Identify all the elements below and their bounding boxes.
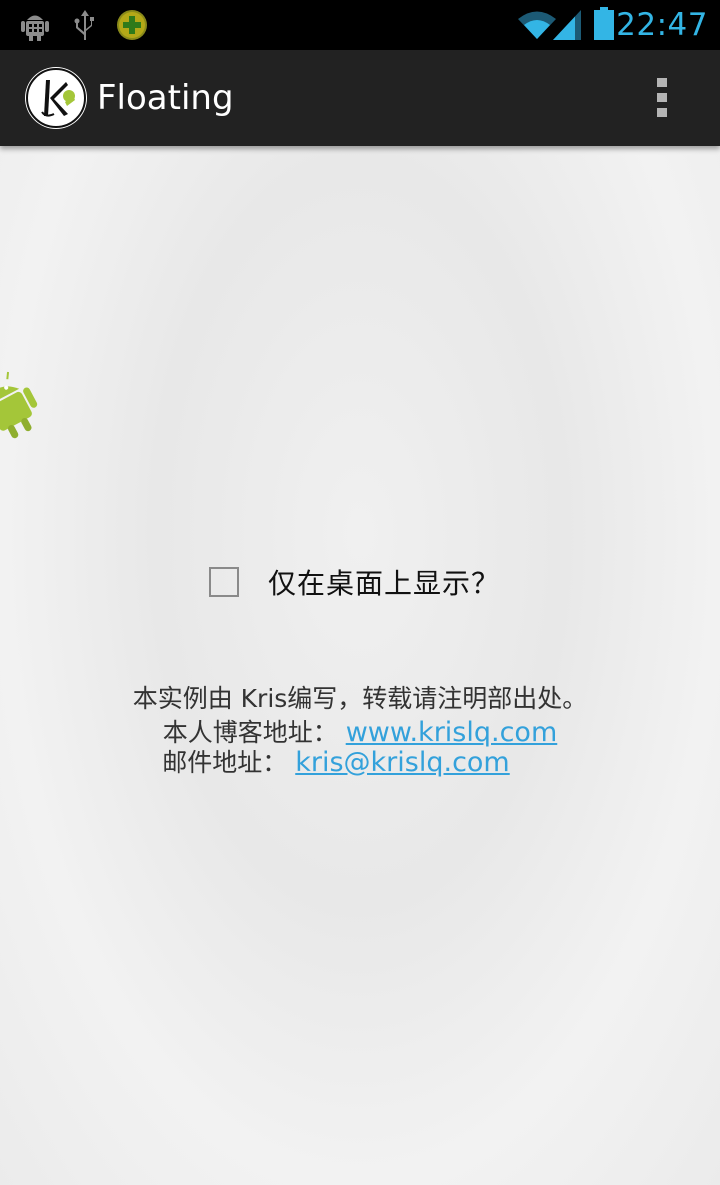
info-line-blog: 本人博客地址： www.krislq.com [0, 716, 720, 750]
overflow-menu-icon[interactable] [646, 76, 680, 120]
desktop-only-checkbox[interactable] [209, 567, 239, 597]
app-title: Floating [97, 78, 234, 118]
blog-label: 本人博客地址： [162, 718, 338, 747]
info-text: 本实例由 Kris编写，转载请注明部出处。 本人博客地址： www.krislq… [0, 682, 720, 780]
android-debug-icon [21, 15, 49, 41]
battery-icon [594, 7, 614, 40]
kris-logo-icon[interactable] [24, 66, 88, 130]
signal-icon [553, 10, 581, 40]
screen: 22:47 Floating 仅在桌面上显示？ 本实例由 Kris编写，转载请注… [0, 0, 720, 1185]
checkbox-label: 仅在桌面上显示？ [268, 567, 501, 600]
info-line-email: 邮件地址： kris@krislq.com [0, 746, 720, 780]
usb-icon [74, 10, 94, 40]
info-line-author: 本实例由 Kris编写，转载请注明部出处。 [132, 684, 588, 713]
app-notification-icon [117, 10, 147, 40]
android-robot-icon[interactable] [0, 370, 38, 442]
status-bar: 22:47 [0, 0, 720, 50]
action-bar: Floating [0, 50, 720, 146]
email-label: 邮件地址： [162, 748, 288, 777]
blog-link[interactable]: www.krislq.com [346, 717, 558, 748]
desktop-only-checkbox-row[interactable]: 仅在桌面上显示？ [209, 560, 500, 604]
status-time: 22:47 [616, 7, 708, 43]
email-link[interactable]: kris@krislq.com [295, 747, 510, 778]
